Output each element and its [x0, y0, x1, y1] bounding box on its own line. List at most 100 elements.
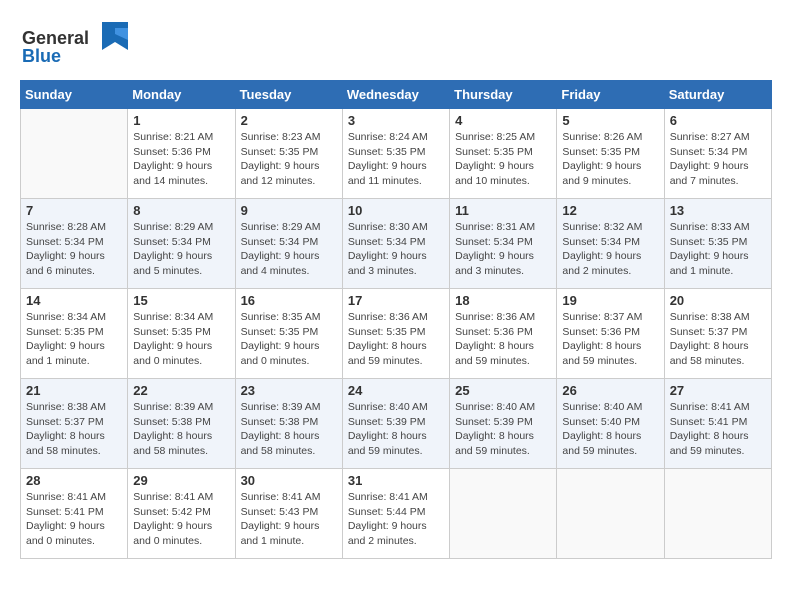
calendar-cell: 4Sunrise: 8:25 AM Sunset: 5:35 PM Daylig…	[450, 109, 557, 199]
calendar-cell: 6 Sunrise: 8:27 AM Sunset: 5:34 PM Daylig…	[664, 109, 771, 199]
calendar-cell: 1 Sunrise: 8:21 AM Sunset: 5:36 PM Daylig…	[128, 109, 235, 199]
day-number: 27	[670, 383, 766, 398]
day-number: 11	[455, 203, 551, 218]
calendar-cell	[557, 469, 664, 559]
day-number: 6	[670, 113, 766, 128]
day-info: Sunrise: 8:32 AM Sunset: 5:34 PM Dayligh…	[562, 220, 658, 279]
day-info: Sunrise: 8:28 AM Sunset: 5:34 PM Dayligh…	[26, 220, 122, 279]
day-number: 9	[241, 203, 337, 218]
day-number: 3	[348, 113, 444, 128]
day-info: Sunrise: 8:36 AM Sunset: 5:36 PM Dayligh…	[455, 310, 551, 369]
calendar-cell: 10 Sunrise: 8:30 AM Sunset: 5:34 PM Dayli…	[342, 199, 449, 289]
calendar-week-row: 7 Sunrise: 8:28 AM Sunset: 5:34 PM Daylig…	[21, 199, 772, 289]
day-number: 13	[670, 203, 766, 218]
day-info: Sunrise: 8:26 AM Sunset: 5:35 PM Dayligh…	[562, 130, 658, 189]
day-number: 14	[26, 293, 122, 308]
day-number: 8	[133, 203, 229, 218]
day-header-thursday: Thursday	[450, 81, 557, 109]
day-number: 31	[348, 473, 444, 488]
day-header-friday: Friday	[557, 81, 664, 109]
day-info: Sunrise: 8:40 AM Sunset: 5:39 PM Dayligh…	[455, 400, 551, 459]
calendar-cell: 18 Sunrise: 8:36 AM Sunset: 5:36 PM Dayli…	[450, 289, 557, 379]
logo: General Blue	[20, 20, 130, 70]
day-info: Sunrise: 8:29 AM Sunset: 5:34 PM Dayligh…	[133, 220, 229, 279]
calendar-week-row: 1 Sunrise: 8:21 AM Sunset: 5:36 PM Daylig…	[21, 109, 772, 199]
day-info: Sunrise: 8:37 AM Sunset: 5:36 PM Dayligh…	[562, 310, 658, 369]
calendar-cell: 3 Sunrise: 8:24 AM Sunset: 5:35 PM Daylig…	[342, 109, 449, 199]
calendar-cell: 2Sunrise: 8:23 AM Sunset: 5:35 PM Daylig…	[235, 109, 342, 199]
calendar-cell: 27 Sunrise: 8:41 AM Sunset: 5:41 PM Dayli…	[664, 379, 771, 469]
page-header: General Blue	[20, 20, 772, 70]
day-number: 29	[133, 473, 229, 488]
day-info: Sunrise: 8:27 AM Sunset: 5:34 PM Dayligh…	[670, 130, 766, 189]
day-number: 21	[26, 383, 122, 398]
calendar-cell	[664, 469, 771, 559]
day-info: Sunrise: 8:36 AM Sunset: 5:35 PM Dayligh…	[348, 310, 444, 369]
calendar-cell: 13 Sunrise: 8:33 AM Sunset: 5:35 PM Dayli…	[664, 199, 771, 289]
day-number: 26	[562, 383, 658, 398]
day-info: Sunrise: 8:41 AM Sunset: 5:41 PM Dayligh…	[26, 490, 122, 549]
day-number: 28	[26, 473, 122, 488]
calendar-cell: 20 Sunrise: 8:38 AM Sunset: 5:37 PM Dayli…	[664, 289, 771, 379]
day-info: Sunrise: 8:38 AM Sunset: 5:37 PM Dayligh…	[670, 310, 766, 369]
calendar-cell: 11 Sunrise: 8:31 AM Sunset: 5:34 PM Dayli…	[450, 199, 557, 289]
day-header-saturday: Saturday	[664, 81, 771, 109]
day-header-tuesday: Tuesday	[235, 81, 342, 109]
day-number: 5	[562, 113, 658, 128]
day-info: Sunrise: 8:25 AM Sunset: 5:35 PM Dayligh…	[455, 130, 551, 189]
calendar-cell: 17 Sunrise: 8:36 AM Sunset: 5:35 PM Dayli…	[342, 289, 449, 379]
day-number: 1	[133, 113, 229, 128]
day-number: 10	[348, 203, 444, 218]
calendar-week-row: 28 Sunrise: 8:41 AM Sunset: 5:41 PM Dayli…	[21, 469, 772, 559]
calendar-cell: 9Sunrise: 8:29 AM Sunset: 5:34 PM Daylig…	[235, 199, 342, 289]
day-number: 25	[455, 383, 551, 398]
day-info: Sunrise: 8:24 AM Sunset: 5:35 PM Dayligh…	[348, 130, 444, 189]
day-info: Sunrise: 8:34 AM Sunset: 5:35 PM Dayligh…	[133, 310, 229, 369]
calendar-cell: 26 Sunrise: 8:40 AM Sunset: 5:40 PM Dayli…	[557, 379, 664, 469]
day-info: Sunrise: 8:21 AM Sunset: 5:36 PM Dayligh…	[133, 130, 229, 189]
day-info: Sunrise: 8:31 AM Sunset: 5:34 PM Dayligh…	[455, 220, 551, 279]
calendar-cell: 14Sunrise: 8:34 AM Sunset: 5:35 PM Dayli…	[21, 289, 128, 379]
day-number: 20	[670, 293, 766, 308]
day-number: 24	[348, 383, 444, 398]
day-info: Sunrise: 8:35 AM Sunset: 5:35 PM Dayligh…	[241, 310, 337, 369]
day-info: Sunrise: 8:30 AM Sunset: 5:34 PM Dayligh…	[348, 220, 444, 279]
calendar-cell	[21, 109, 128, 199]
calendar-cell: 5 Sunrise: 8:26 AM Sunset: 5:35 PM Daylig…	[557, 109, 664, 199]
calendar-cell: 12 Sunrise: 8:32 AM Sunset: 5:34 PM Dayli…	[557, 199, 664, 289]
calendar-cell: 15 Sunrise: 8:34 AM Sunset: 5:35 PM Dayli…	[128, 289, 235, 379]
calendar-cell: 22Sunrise: 8:39 AM Sunset: 5:38 PM Dayli…	[128, 379, 235, 469]
logo-svg: General Blue	[20, 20, 130, 70]
calendar-cell: 7 Sunrise: 8:28 AM Sunset: 5:34 PM Daylig…	[21, 199, 128, 289]
day-number: 12	[562, 203, 658, 218]
day-header-wednesday: Wednesday	[342, 81, 449, 109]
day-number: 15	[133, 293, 229, 308]
calendar-cell: 30Sunrise: 8:41 AM Sunset: 5:43 PM Dayli…	[235, 469, 342, 559]
day-number: 16	[241, 293, 337, 308]
day-header-sunday: Sunday	[21, 81, 128, 109]
calendar-cell: 23Sunrise: 8:39 AM Sunset: 5:38 PM Dayli…	[235, 379, 342, 469]
calendar-cell: 19Sunrise: 8:37 AM Sunset: 5:36 PM Dayli…	[557, 289, 664, 379]
day-info: Sunrise: 8:41 AM Sunset: 5:42 PM Dayligh…	[133, 490, 229, 549]
calendar-cell: 31Sunrise: 8:41 AM Sunset: 5:44 PM Dayli…	[342, 469, 449, 559]
day-number: 2	[241, 113, 337, 128]
svg-text:Blue: Blue	[22, 46, 61, 66]
svg-text:General: General	[22, 28, 89, 48]
calendar-cell: 8 Sunrise: 8:29 AM Sunset: 5:34 PM Daylig…	[128, 199, 235, 289]
day-info: Sunrise: 8:39 AM Sunset: 5:38 PM Dayligh…	[241, 400, 337, 459]
day-info: Sunrise: 8:38 AM Sunset: 5:37 PM Dayligh…	[26, 400, 122, 459]
day-info: Sunrise: 8:39 AM Sunset: 5:38 PM Dayligh…	[133, 400, 229, 459]
calendar-cell: 28 Sunrise: 8:41 AM Sunset: 5:41 PM Dayli…	[21, 469, 128, 559]
day-number: 18	[455, 293, 551, 308]
calendar-week-row: 21 Sunrise: 8:38 AM Sunset: 5:37 PM Dayli…	[21, 379, 772, 469]
calendar-header-row: SundayMondayTuesdayWednesdayThursdayFrid…	[21, 81, 772, 109]
calendar-table: SundayMondayTuesdayWednesdayThursdayFrid…	[20, 80, 772, 559]
calendar-cell: 25 Sunrise: 8:40 AM Sunset: 5:39 PM Dayli…	[450, 379, 557, 469]
day-info: Sunrise: 8:41 AM Sunset: 5:41 PM Dayligh…	[670, 400, 766, 459]
day-number: 30	[241, 473, 337, 488]
day-number: 17	[348, 293, 444, 308]
calendar-cell: 29 Sunrise: 8:41 AM Sunset: 5:42 PM Dayli…	[128, 469, 235, 559]
day-info: Sunrise: 8:33 AM Sunset: 5:35 PM Dayligh…	[670, 220, 766, 279]
day-info: Sunrise: 8:40 AM Sunset: 5:40 PM Dayligh…	[562, 400, 658, 459]
day-number: 7	[26, 203, 122, 218]
